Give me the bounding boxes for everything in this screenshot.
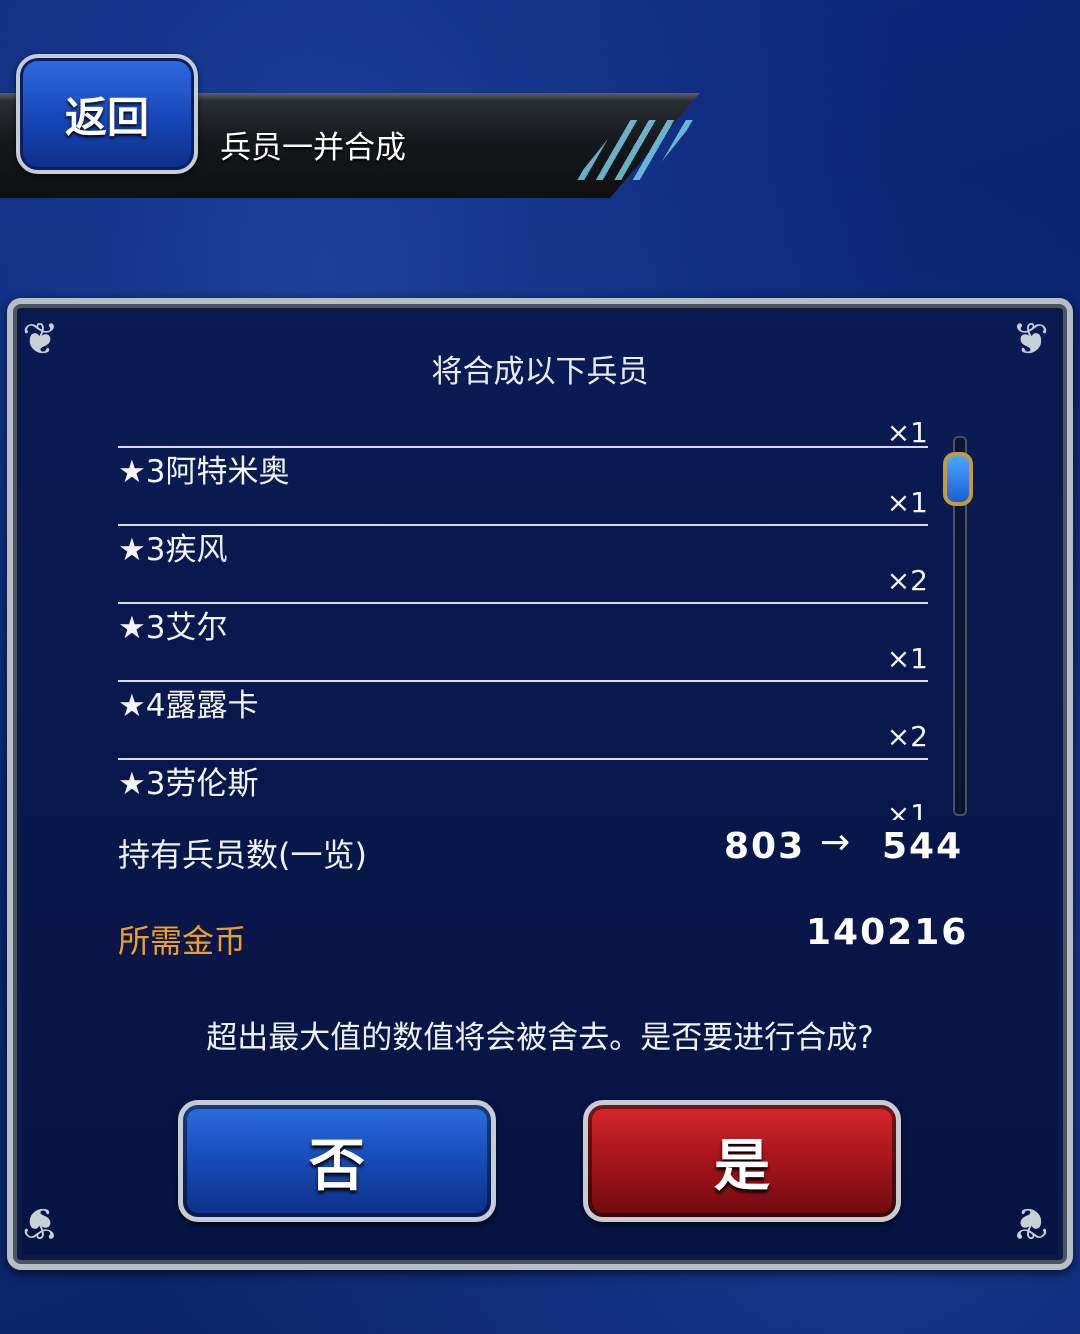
owned-units-label: 持有兵员数(一览) xyxy=(118,836,367,874)
list-item: ★3劳伦斯 ×1 xyxy=(118,758,928,820)
dialog-title: 将合成以下兵员 xyxy=(431,354,649,390)
unit-name: ★3疾风 xyxy=(118,532,228,568)
list-item: ★4露露卡 ×2 xyxy=(118,680,928,760)
ornament-bottom-right-icon: ❦ xyxy=(1012,1197,1049,1248)
unit-name: ★3艾尔 xyxy=(118,610,228,646)
list-item: ★3疾风 ×2 xyxy=(118,524,928,604)
unit-name: ★3劳伦斯 xyxy=(118,766,259,802)
unit-name: ★4露露卡 xyxy=(118,688,259,724)
arrow-right-icon: → xyxy=(820,822,853,863)
owned-before-value: 803 xyxy=(724,826,806,867)
required-gold-label: 所需金币 xyxy=(118,922,247,960)
unit-qty: ×1 xyxy=(886,642,928,675)
back-button[interactable]: 返回 xyxy=(16,54,198,174)
unit-qty: ×1 xyxy=(886,486,928,519)
unit-qty: ×2 xyxy=(886,564,928,597)
list-item-partial-qty: ×1 xyxy=(886,416,928,449)
list-scrollbar-thumb[interactable] xyxy=(943,452,973,506)
unit-name: ★3阿特米奥 xyxy=(118,454,290,490)
ornament-bottom-left-icon: ❦ xyxy=(22,1197,59,1248)
required-gold-value: 140216 xyxy=(806,912,969,953)
unit-qty: ×2 xyxy=(886,720,928,753)
confirm-notice: 超出最大值的数值将会被舍去。是否要进行合成? xyxy=(206,1020,874,1056)
page-title: 兵员一并合成 xyxy=(220,130,406,166)
unit-qty: ×1 xyxy=(886,798,928,820)
unit-list[interactable]: ×1 ★3阿特米奥 ×1 ★3疾风 ×2 ★3艾尔 ×1 ★4露露卡 ×2 ★3… xyxy=(118,400,928,820)
no-button[interactable]: 否 xyxy=(178,1100,496,1222)
list-item: ★3阿特米奥 ×1 xyxy=(118,446,928,526)
list-item: ★3艾尔 ×1 xyxy=(118,602,928,682)
yes-button[interactable]: 是 xyxy=(583,1100,901,1222)
owned-after-value: 544 xyxy=(882,826,964,867)
